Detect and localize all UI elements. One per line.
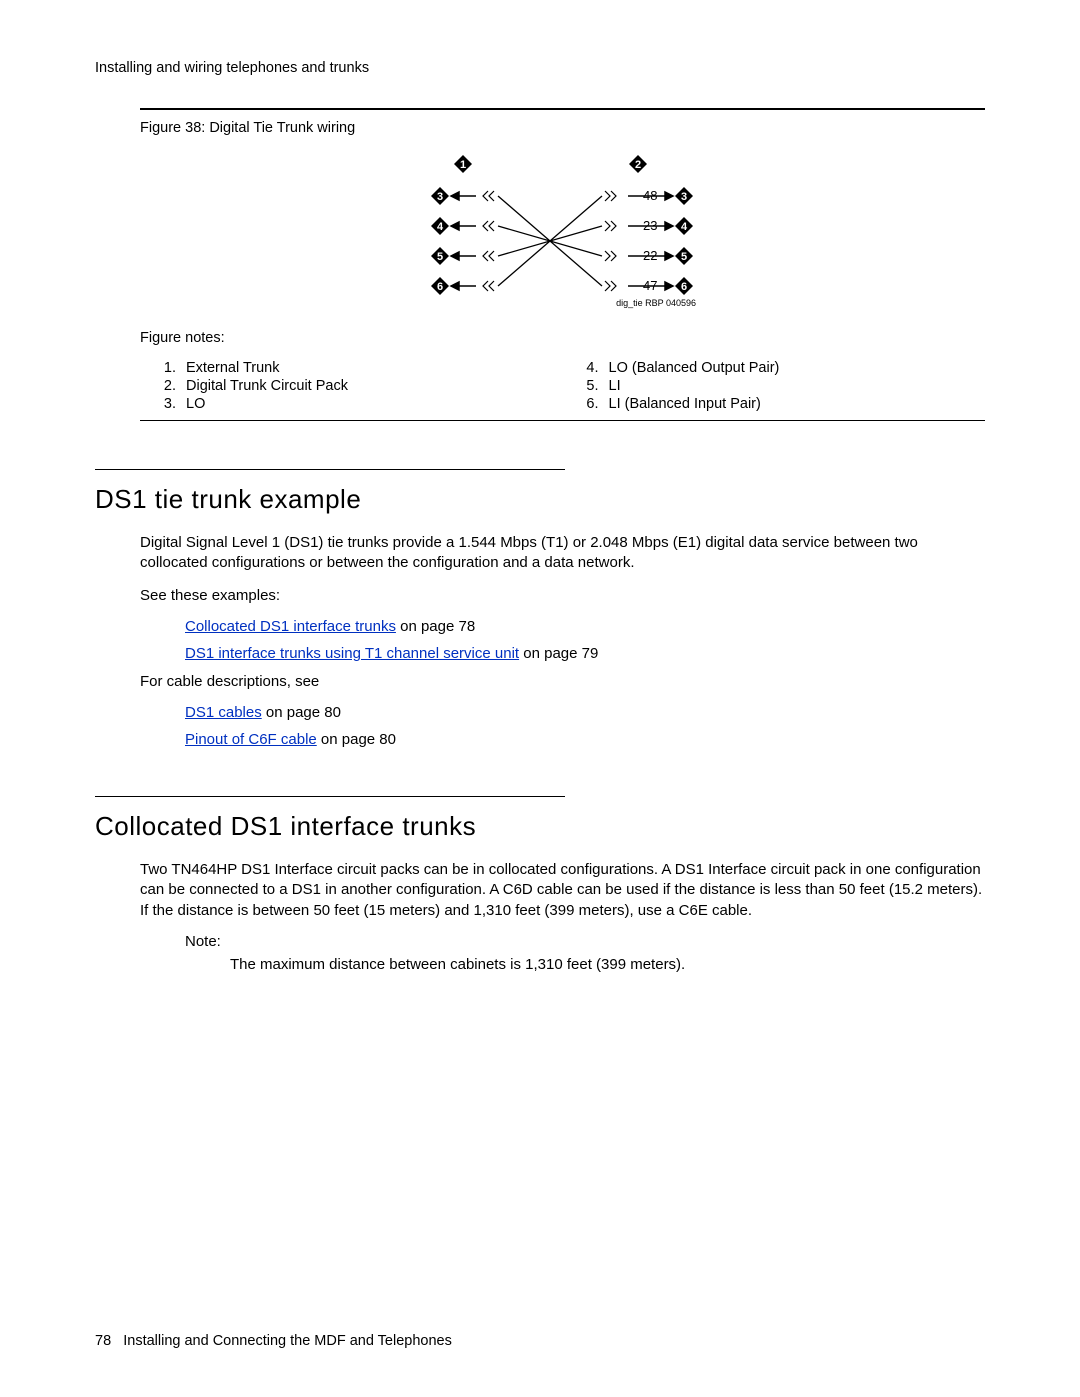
- svg-text:3: 3: [680, 191, 686, 203]
- para: Digital Signal Level 1 (DS1) tie trunks …: [140, 533, 985, 574]
- para: Two TN464HP DS1 Interface circuit packs …: [140, 860, 985, 921]
- figure-notes-label: Figure notes:: [140, 330, 985, 346]
- svg-text:5: 5: [436, 251, 442, 263]
- diagram-id: dig_tie RBP 040596: [616, 298, 696, 308]
- wire-23: 23: [643, 218, 657, 233]
- svg-text:4: 4: [436, 221, 443, 233]
- section-collocated-ds1: Collocated DS1 interface trunks Two TN46…: [95, 796, 985, 973]
- wire-22: 22: [643, 248, 657, 263]
- figure-note-5: LI: [603, 378, 986, 394]
- page-number: 78: [95, 1333, 111, 1349]
- svg-text:2: 2: [634, 159, 640, 171]
- link-pinout-c6f[interactable]: Pinout of C6F cable: [185, 731, 317, 748]
- section-rule: [95, 796, 565, 797]
- svg-text:3: 3: [436, 191, 442, 203]
- heading-ds1-tie-trunk: DS1 tie trunk example: [95, 484, 985, 515]
- link-suffix: on page 78: [396, 618, 475, 635]
- page-footer: 78 Installing and Connecting the MDF and…: [95, 1333, 452, 1349]
- link-collocated-ds1[interactable]: Collocated DS1 interface trunks: [185, 618, 396, 635]
- svg-text:1: 1: [459, 159, 465, 171]
- svg-text:6: 6: [436, 281, 442, 293]
- figure-note-1: External Trunk: [180, 360, 563, 376]
- figure-note-2: Digital Trunk Circuit Pack: [180, 378, 563, 394]
- link-suffix: on page 80: [317, 731, 396, 748]
- para: For cable descriptions, see: [140, 672, 985, 692]
- figure-note-3: LO: [180, 396, 563, 412]
- figure-caption: Figure 38: Digital Tie Trunk wiring: [140, 120, 985, 136]
- svg-text:6: 6: [680, 281, 686, 293]
- wiring-diagram: 1 2 3 4 5 6 3 4 5 6: [140, 146, 985, 326]
- para: See these examples:: [140, 586, 985, 606]
- note-body: The maximum distance between cabinets is…: [230, 956, 985, 973]
- link-ds1-cables[interactable]: DS1 cables: [185, 704, 262, 721]
- heading-collocated-ds1: Collocated DS1 interface trunks: [95, 811, 985, 842]
- svg-text:4: 4: [680, 221, 687, 233]
- section-ds1-tie-trunk: DS1 tie trunk example Digital Signal Lev…: [95, 469, 985, 748]
- figure-note-4: LO (Balanced Output Pair): [603, 360, 986, 376]
- note-label: Note:: [185, 933, 985, 950]
- figure-note-6: LI (Balanced Input Pair): [603, 396, 986, 412]
- wire-48: 48: [643, 188, 657, 203]
- running-head: Installing and wiring telephones and tru…: [95, 60, 985, 76]
- link-ds1-t1-csu[interactable]: DS1 interface trunks using T1 channel se…: [185, 645, 519, 662]
- wire-47: 47: [643, 278, 657, 293]
- figure-block: Figure 38: Digital Tie Trunk wiring 1 2 …: [140, 108, 985, 421]
- link-suffix: on page 80: [262, 704, 341, 721]
- link-suffix: on page 79: [519, 645, 598, 662]
- svg-text:5: 5: [680, 251, 686, 263]
- section-rule: [95, 469, 565, 470]
- footer-title: Installing and Connecting the MDF and Te…: [123, 1333, 452, 1349]
